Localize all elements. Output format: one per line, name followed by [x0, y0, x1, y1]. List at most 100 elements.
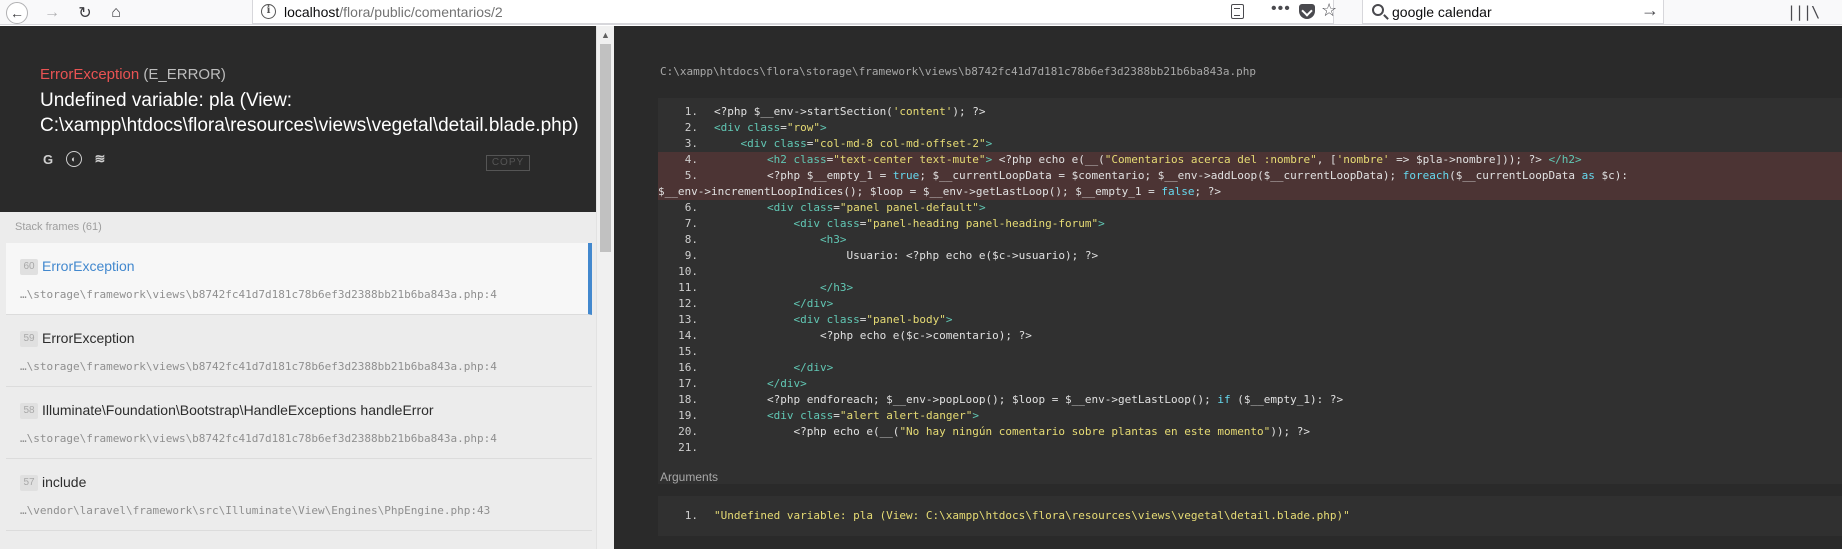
line-number: 17.: [678, 377, 698, 390]
line-source: <div class="col-md-8 col-md-offset-2">: [714, 136, 993, 152]
frame-class-name: Illuminate\Foundation\Bootstrap\HandleEx…: [42, 402, 357, 418]
url-host: localhost: [284, 4, 340, 20]
line-number: 14.: [678, 329, 698, 342]
code-token: 'nombre': [1336, 153, 1390, 166]
scroll-up-arrow-icon[interactable]: ▲: [601, 30, 610, 40]
code-panel: C:\xampp\htdocs\flora\storage\framework\…: [614, 26, 1842, 549]
arguments-label: Arguments: [660, 470, 719, 484]
code-line: 6. <div class="panel panel-default">: [658, 200, 1842, 216]
code-token: <?php $__env->startSection(: [714, 105, 893, 118]
library-icon[interactable]: |||\: [1787, 3, 1820, 21]
line-source: <?php $__empty_1 = true; $__currentLoopD…: [714, 168, 1628, 184]
code-line: 3. <div class="col-md-8 col-md-offset-2"…: [658, 136, 1842, 152]
code-line: 2. <div class="row">: [658, 120, 1842, 136]
line-source: <div class="panel-body">: [714, 312, 952, 328]
code-token: true: [892, 169, 920, 182]
code-line: 19. <div class="alert alert-danger">: [658, 408, 1842, 424]
home-icon: ⌂: [111, 3, 121, 21]
line-number: 21.: [678, 441, 698, 454]
code-token: "No hay ningún comentario sobre plantas …: [899, 425, 1271, 438]
code-token: >: [985, 137, 993, 150]
stack-frame[interactable]: 58 Illuminate\Foundation\Bootstrap\Handl…: [6, 387, 592, 459]
code-token: <?php $__empty_1 =: [714, 169, 893, 182]
line-number: 8.: [684, 233, 698, 246]
frame-class: include: [42, 474, 90, 490]
google-icon[interactable]: G: [40, 151, 56, 167]
line-number: 18.: [678, 393, 698, 406]
code-token: class: [800, 201, 834, 214]
code-token: <div: [766, 201, 801, 214]
search-go-icon[interactable]: →: [1641, 0, 1659, 21]
argument-value: "Undefined variable: pla (View: C:\xampp…: [714, 509, 1350, 522]
code-token: <div: [793, 313, 827, 326]
code-token: >: [1098, 217, 1105, 230]
line-source: </div>: [714, 376, 807, 392]
url-path: /flora/public/comentarios/2: [339, 4, 503, 20]
code-token: >: [820, 121, 827, 134]
stack-frame[interactable]: 60 ErrorException …\storage\framework\vi…: [6, 243, 592, 315]
code-block: 1. <?php $__env->startSection('content');…: [658, 98, 1842, 484]
line-source: <div class="panel-heading panel-heading-…: [714, 216, 1105, 232]
code-token: "col-md-8 col-md-offset-2": [813, 137, 986, 150]
code-line: 15.: [658, 344, 1842, 360]
search-input[interactable]: google calendar: [1392, 4, 1492, 20]
code-token: <div: [766, 409, 801, 422]
code-token: "panel-body": [866, 313, 946, 326]
argument-index: 1.: [684, 509, 698, 522]
forward-button[interactable]: →: [40, 0, 64, 25]
code-token: 'content': [892, 105, 953, 118]
line-number: 7.: [684, 217, 698, 230]
back-button[interactable]: ←: [4, 0, 30, 25]
stackoverflow-icon[interactable]: ≋: [92, 151, 108, 167]
stack-frame[interactable]: 57 include …\vendor\laravel\framework\sr…: [6, 459, 592, 531]
reload-button[interactable]: ↻: [73, 0, 97, 25]
left-scrollbar[interactable]: ▲: [596, 26, 614, 549]
line-source: $__env->incrementLoopIndices(); $loop = …: [658, 184, 1221, 200]
line-source: </div>: [714, 360, 833, 376]
code-token: >: [945, 313, 953, 326]
line-number: 11.: [678, 281, 698, 294]
page-actions-icon[interactable]: •••: [1271, 0, 1291, 18]
line-source: <?php echo e(__("No hay ningún comentari…: [714, 424, 1310, 440]
code-line: 18. <?php endforeach; $__env->popLoop();…: [658, 392, 1842, 408]
code-token: class: [826, 217, 860, 230]
code-token: =: [780, 121, 787, 134]
pocket-icon[interactable]: [1299, 4, 1315, 19]
exception-class: ErrorException (E_ERROR): [40, 66, 226, 83]
reader-view-icon[interactable]: [1231, 4, 1244, 19]
code-token: , [: [1316, 153, 1337, 166]
code-token: </div>: [766, 377, 807, 390]
url-bar[interactable]: i localhost/flora/public/comentarios/2 •…: [252, 0, 1337, 24]
url-text[interactable]: localhost/flora/public/comentarios/2: [284, 4, 503, 20]
code-token: => $pla->nombre])); ?>: [1389, 153, 1549, 166]
line-number: 13.: [678, 313, 698, 326]
scroll-thumb[interactable]: [600, 44, 611, 252]
stack-frame[interactable]: 59 ErrorException …\storage\framework\vi…: [6, 315, 592, 387]
duckduckgo-icon[interactable]: ◐: [66, 151, 82, 167]
site-info-icon[interactable]: i: [261, 4, 276, 19]
home-button[interactable]: ⌂: [104, 0, 128, 25]
code-token: )); ?>: [1270, 425, 1311, 438]
line-source: </h3>: [714, 280, 853, 296]
code-line: 11. </h3>: [658, 280, 1842, 296]
code-token: if: [1217, 393, 1231, 406]
search-bar[interactable]: google calendar →: [1362, 0, 1664, 24]
bookmark-star-icon[interactable]: ☆: [1321, 0, 1337, 21]
code-line: $__env->incrementLoopIndices(); $loop = …: [658, 184, 1842, 200]
copy-button[interactable]: COPY: [486, 155, 530, 171]
code-token: <?php echo e($c->comentario); ?>: [714, 329, 1032, 342]
code-token: </h3>: [819, 281, 854, 294]
frame-file: …\storage\framework\views\b8742fc41d7d18…: [20, 432, 497, 445]
code-token: "row": [786, 121, 820, 134]
exception-name: ErrorException: [40, 66, 140, 83]
frame-class-name: include: [42, 474, 87, 490]
forward-arrow-icon: →: [44, 3, 60, 21]
line-number: 19.: [678, 409, 698, 422]
line-number: 15.: [678, 345, 698, 358]
code-token: =: [833, 409, 840, 422]
code-file-path: C:\xampp\htdocs\flora\storage\framework\…: [660, 65, 1257, 78]
